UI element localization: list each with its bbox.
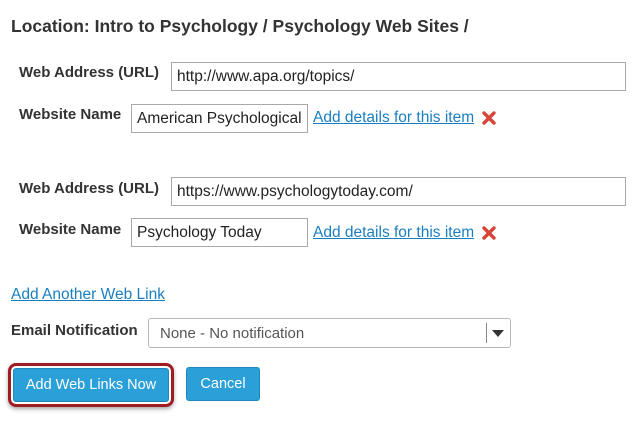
chevron-down-icon: [492, 330, 504, 337]
email-notification-value: None - No notification: [160, 325, 305, 342]
cancel-button[interactable]: Cancel: [186, 367, 260, 401]
url-input-1[interactable]: http://www.apa.org/topics/: [171, 62, 626, 91]
add-details-link-1[interactable]: Add details for this item: [313, 109, 474, 127]
remove-icon[interactable]: [481, 110, 497, 126]
website-name-input-2[interactable]: Psychology Today: [131, 218, 308, 247]
website-name-label-1: Website Name: [19, 106, 122, 123]
website-name-label-2: Website Name: [19, 221, 122, 238]
select-divider: [486, 323, 487, 343]
url-label-1: Web Address (URL): [19, 64, 160, 81]
email-notification-select[interactable]: None - No notification: [148, 318, 511, 348]
website-name-input-1[interactable]: American Psychological: [131, 104, 308, 133]
url-label-2: Web Address (URL): [19, 180, 160, 197]
add-another-web-link[interactable]: Add Another Web Link: [11, 286, 165, 304]
email-notification-label: Email Notification: [11, 322, 138, 339]
location-breadcrumb: Location: Intro to Psychology / Psycholo…: [11, 16, 469, 36]
url-input-2[interactable]: https://www.psychologytoday.com/: [171, 177, 626, 206]
remove-icon[interactable]: [481, 225, 497, 241]
add-web-links-now-button[interactable]: Add Web Links Now: [13, 368, 169, 402]
add-details-link-2[interactable]: Add details for this item: [313, 224, 474, 242]
